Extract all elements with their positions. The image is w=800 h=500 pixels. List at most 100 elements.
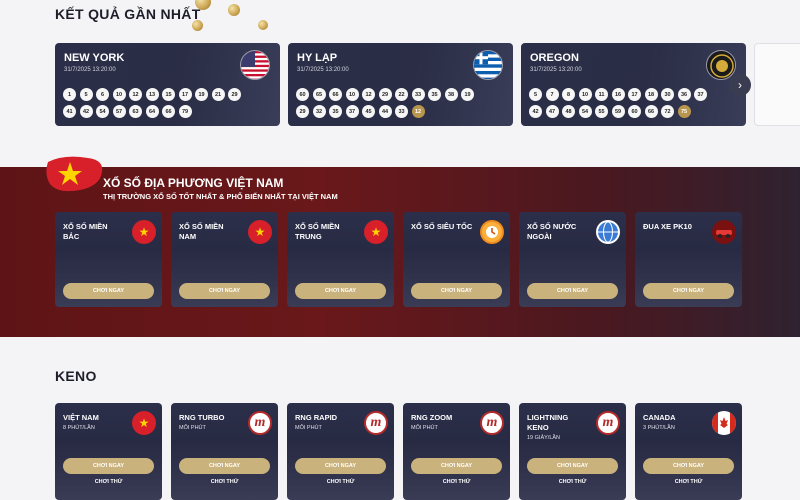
result-ball: 35: [329, 105, 342, 118]
game-name: XỔ SỐ MIỀN BẮC: [63, 222, 108, 241]
result-ball: 5: [79, 88, 93, 101]
try-demo-link[interactable]: CHƠI THỬ: [179, 479, 270, 485]
result-ball: 12: [411, 105, 425, 118]
keno-card-lightning[interactable]: LIGHTNING KENO 19 GIÂY/LẦN m CHƠI NGAY C…: [519, 403, 626, 500]
game-frequency: 3 PHÚT/LẦN: [643, 425, 675, 431]
play-now-button[interactable]: CHƠI NGAY: [527, 458, 618, 474]
result-card-date: 31/7/2025 13:20:00: [530, 67, 582, 73]
play-now-button[interactable]: CHƠI NGAY: [179, 283, 270, 299]
vn-card-mien-trung[interactable]: XỔ SỐ MIỀN TRUNG ★ CHƠI NGAY: [287, 212, 394, 307]
vietnam-section-title: XỔ SỐ ĐỊA PHƯƠNG VIỆT NAM: [103, 176, 284, 190]
result-card-oregon[interactable]: OREGON 31/7/2025 13:20:00 5 7 8 10 11 16 17 18 3…: [521, 43, 746, 126]
result-ball: 54: [578, 105, 592, 118]
try-demo-link[interactable]: CHƠI THỬ: [411, 479, 502, 485]
result-ball: 37: [694, 88, 707, 101]
game-frequency: 19 GIÂY/LẦN: [527, 435, 561, 441]
result-ball: 29: [228, 88, 241, 101]
result-ball: 7: [545, 88, 559, 101]
next-arrow-button[interactable]: ›: [729, 74, 751, 96]
game-name: RNG ZOOM: [411, 413, 453, 422]
vn-card-nuoc-ngoai[interactable]: XỔ SỐ NƯỚC NGOÀI CHƠI NGAY: [519, 212, 626, 307]
try-demo-link[interactable]: CHƠI THỬ: [643, 479, 734, 485]
vn-card-mien-bac[interactable]: XỔ SỐ MIỀN BẮC ★ CHƠI NGAY: [55, 212, 162, 307]
vn-card-mien-nam[interactable]: XỔ SỐ MIỀN NAM ★ CHƠI NGAY: [171, 212, 278, 307]
result-ball: 66: [329, 88, 342, 101]
result-card-date: 31/7/2025 13:20:00: [64, 67, 116, 73]
result-ball: 59: [611, 105, 625, 118]
result-ball: 57: [112, 105, 126, 118]
result-ball: 19: [461, 88, 474, 101]
canada-flag-icon: [712, 411, 736, 435]
play-now-button[interactable]: CHƠI NGAY: [63, 458, 154, 474]
vietnam-section-subtitle: THỊ TRƯỜNG XỔ SỐ TỐT NHẤT & PHỔ BIẾN NHẤ…: [103, 192, 338, 201]
result-ball: 54: [96, 105, 109, 118]
keno-card-rng-zoom[interactable]: RNG ZOOM MỖI PHÚT m CHƠI NGAY CHƠI THỬ: [403, 403, 510, 500]
keno-card-rng-turbo[interactable]: RNG TURBO MỖI PHÚT m CHƠI NGAY CHƠI THỬ: [171, 403, 278, 500]
play-now-button[interactable]: CHƠI NGAY: [411, 283, 502, 299]
vietnam-flag-brush-icon: [46, 156, 103, 192]
result-ball: 41: [63, 105, 76, 118]
result-ball: 10: [345, 88, 359, 101]
result-card-name: HY LẠP: [297, 52, 338, 64]
play-now-button[interactable]: CHƠI NGAY: [179, 458, 270, 474]
vietnam-star-icon: ★: [132, 220, 156, 244]
result-card-name: OREGON: [530, 52, 579, 64]
play-now-button[interactable]: CHƠI NGAY: [411, 458, 502, 474]
play-now-button[interactable]: CHƠI NGAY: [295, 458, 386, 474]
game-frequency: 8 PHÚT/LẦN: [63, 425, 95, 431]
recent-results-title: KẾT QUẢ GẦN NHẤT: [55, 6, 201, 22]
game-frequency: MỖI PHÚT: [179, 425, 206, 431]
result-ball: 10: [578, 88, 592, 101]
play-now-button[interactable]: CHƠI NGAY: [295, 283, 386, 299]
result-balls: 60 65 66 10 12 29 22 33 35 38 19 29 32 35 37 45 44 33 12: [296, 88, 476, 118]
result-ball: 64: [145, 105, 159, 118]
keno-section-title: KENO: [55, 368, 97, 384]
result-card-new-york[interactable]: NEW YORK 31/7/2025 13:20:00 1 5 6 10 12 13 15 1…: [55, 43, 280, 126]
result-ball: 63: [129, 105, 142, 118]
vietnam-flag-icon: ★: [132, 411, 156, 435]
result-ball: 79: [178, 105, 192, 118]
try-demo-link[interactable]: CHƠI THỬ: [295, 479, 386, 485]
result-ball: 44: [378, 105, 392, 118]
result-ball: 35: [428, 88, 441, 101]
result-ball: 32: [312, 105, 326, 118]
game-name: RNG RAPID: [295, 413, 338, 422]
play-now-button[interactable]: CHƠI NGAY: [643, 458, 734, 474]
vn-card-pk10[interactable]: ĐUA XE PK10 CHƠI NGAY: [635, 212, 742, 307]
play-now-button[interactable]: CHƠI NGAY: [643, 283, 734, 299]
result-ball: 60: [296, 88, 309, 101]
try-demo-link[interactable]: CHƠI THỬ: [63, 479, 154, 485]
game-name: ĐUA XE PK10: [643, 222, 692, 231]
game-name: XỔ SỐ MIỀN TRUNG: [295, 222, 340, 241]
vietnam-star-icon: ★: [364, 220, 388, 244]
result-card-date: 31/7/2025 13:20:00: [297, 67, 349, 73]
keno-card-vietnam[interactable]: VIỆT NAM 8 PHÚT/LẦN ★ CHƠI NGAY CHƠI THỬ: [55, 403, 162, 500]
keno-card-canada[interactable]: CANADA 3 PHÚT/LẦN CHƠI NGAY CHƠI THỬ: [635, 403, 742, 500]
greece-flag-icon: [473, 50, 503, 80]
keno-card-rng-rapid[interactable]: RNG RAPID MỖI PHÚT m CHƠI NGAY CHƠI THỬ: [287, 403, 394, 500]
result-card-greece[interactable]: HY LẠP 31/7/2025 13:20:00 60 65 66 10 12 29 22…: [288, 43, 513, 126]
result-ball: 66: [644, 105, 658, 118]
result-ball: 5: [529, 88, 542, 101]
result-ball: 33: [411, 88, 425, 101]
globe-icon: [596, 220, 620, 244]
result-card-name: NEW YORK: [64, 52, 125, 64]
try-demo-link[interactable]: CHƠI THỬ: [527, 479, 618, 485]
vn-card-sieu-toc[interactable]: XỔ SỐ SIÊU TỐC CHƠI NGAY: [403, 212, 510, 307]
result-card-partial[interactable]: [754, 43, 800, 126]
result-ball: 72: [661, 105, 674, 118]
result-ball: 15: [162, 88, 175, 101]
result-ball: 1: [63, 88, 76, 101]
m-logo-icon: m: [596, 411, 620, 435]
result-ball: 48: [562, 105, 575, 118]
result-ball: 38: [444, 88, 458, 101]
play-now-button[interactable]: CHƠI NGAY: [527, 283, 618, 299]
play-now-button[interactable]: CHƠI NGAY: [63, 283, 154, 299]
result-ball: 17: [628, 88, 641, 101]
coin-decoration: [228, 4, 240, 16]
result-ball: 18: [644, 88, 658, 101]
result-balls: 5 7 8 10 11 16 17 18 30 36 37 42 47 48 54 55 59 60 66 72 75: [529, 88, 709, 118]
result-ball: 12: [129, 88, 142, 101]
result-ball: 13: [145, 88, 159, 101]
m-logo-icon: m: [480, 411, 504, 435]
